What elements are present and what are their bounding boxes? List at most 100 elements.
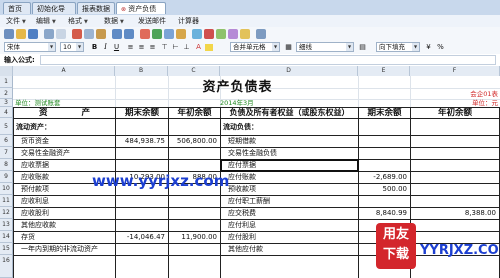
asset-end-balance[interactable]: [116, 148, 167, 159]
liability-begin-balance[interactable]: [411, 160, 498, 171]
menu-edit[interactable]: 编辑 ▼: [36, 15, 56, 27]
liability-item[interactable]: 流动负债：: [223, 119, 357, 135]
filter-icon[interactable]: [216, 29, 226, 39]
row-header[interactable]: 1: [0, 76, 13, 88]
asset-end-balance[interactable]: [116, 119, 167, 135]
sort-icon[interactable]: [176, 29, 186, 39]
liability-begin-balance[interactable]: [411, 196, 498, 207]
row-header[interactable]: 11: [0, 195, 13, 207]
menu-calculator[interactable]: 计算器: [178, 15, 199, 27]
menu-file[interactable]: 文件 ▼: [6, 15, 26, 27]
merge-cells-select[interactable]: 合并单元格 ▼: [230, 42, 280, 52]
print-preview-icon[interactable]: [56, 29, 66, 39]
liability-end-balance[interactable]: [359, 148, 409, 159]
asset-item[interactable]: 应收股利: [16, 208, 114, 219]
row-header[interactable]: 7: [0, 147, 13, 159]
row-header[interactable]: 15: [0, 243, 13, 255]
row-header[interactable]: 13: [0, 219, 13, 231]
row-header[interactable]: 10: [0, 183, 13, 195]
cut-icon[interactable]: [72, 29, 82, 39]
bold-button[interactable]: B: [90, 43, 99, 52]
formula-input[interactable]: [40, 55, 496, 65]
fill-down-select[interactable]: 向下填充 ▼: [376, 42, 420, 52]
percent-button[interactable]: %: [436, 43, 445, 52]
liability-end-balance[interactable]: 8,840.99: [359, 208, 409, 219]
menu-send-mail[interactable]: 发送邮件: [138, 15, 166, 27]
valign-middle-icon[interactable]: ⊢: [171, 43, 180, 52]
align-right-icon[interactable]: ≡: [148, 43, 157, 52]
asset-item[interactable]: 其他应收款: [16, 220, 114, 231]
chart-icon[interactable]: [192, 29, 202, 39]
asset-item[interactable]: 一年内到期的非流动资产: [16, 244, 114, 255]
fill-color-icon[interactable]: [205, 44, 213, 51]
asset-end-balance[interactable]: -14,046.47: [116, 232, 167, 243]
liability-end-balance[interactable]: [359, 136, 409, 147]
delete-row-icon[interactable]: [164, 29, 174, 39]
asset-end-balance[interactable]: [116, 196, 167, 207]
underline-button[interactable]: U: [112, 43, 121, 52]
liability-end-balance[interactable]: [359, 196, 409, 207]
align-left-icon[interactable]: ≡: [126, 43, 135, 52]
print-icon[interactable]: [44, 29, 54, 39]
row-header[interactable]: 9: [0, 171, 13, 183]
asset-end-balance[interactable]: [116, 244, 167, 255]
menu-format[interactable]: 格式 ▼: [68, 15, 88, 27]
asset-begin-balance[interactable]: [169, 148, 219, 159]
insert-column-icon[interactable]: [152, 29, 162, 39]
liability-item[interactable]: 应付股利: [223, 232, 357, 243]
liability-end-balance[interactable]: [359, 160, 409, 171]
border-style-select[interactable]: 细线 ▼: [296, 42, 354, 52]
column-header-e[interactable]: E: [358, 66, 410, 76]
borders-icon[interactable]: ▦: [284, 43, 293, 52]
lock-icon[interactable]: [228, 29, 238, 39]
function-icon[interactable]: [204, 29, 214, 39]
asset-item[interactable]: 交易性金融资产: [16, 148, 114, 159]
liability-end-balance[interactable]: [359, 119, 409, 135]
copy-icon[interactable]: [84, 29, 94, 39]
insert-row-icon[interactable]: [140, 29, 150, 39]
italic-button[interactable]: I: [101, 43, 110, 52]
column-header-b[interactable]: B: [115, 66, 168, 76]
column-header-d[interactable]: D: [220, 66, 358, 76]
currency-icon[interactable]: ¥: [424, 43, 433, 52]
calculate-icon[interactable]: [240, 29, 250, 39]
liability-item[interactable]: 其他应付款: [223, 244, 357, 255]
row-header[interactable]: 5: [0, 118, 13, 135]
asset-item[interactable]: 流动资产：: [16, 119, 114, 135]
undo-icon[interactable]: [112, 29, 122, 39]
liability-item[interactable]: 交易性金融负债: [223, 148, 357, 159]
liability-begin-balance[interactable]: [411, 119, 498, 135]
row-header[interactable]: 4: [0, 107, 13, 118]
asset-end-balance[interactable]: [116, 208, 167, 219]
align-center-icon[interactable]: ≡: [137, 43, 146, 52]
liability-begin-balance[interactable]: [411, 148, 498, 159]
asset-begin-balance[interactable]: [169, 208, 219, 219]
row-header[interactable]: 8: [0, 159, 13, 171]
liability-end-balance[interactable]: -2,689.00: [359, 172, 409, 183]
open-folder-icon[interactable]: [16, 29, 26, 39]
tab-report-data[interactable]: 报表数据: [77, 2, 115, 14]
valign-bottom-icon[interactable]: ⊥: [182, 43, 191, 52]
tab-home[interactable]: 首页: [3, 2, 31, 14]
menu-data[interactable]: 数据 ▼: [104, 15, 124, 27]
column-header-c[interactable]: C: [168, 66, 220, 76]
row-header[interactable]: 16: [0, 255, 13, 278]
asset-begin-balance[interactable]: 506,800.00: [169, 136, 219, 147]
asset-end-balance[interactable]: 484,938.75: [116, 136, 167, 147]
liability-item[interactable]: 应付利息: [223, 220, 357, 231]
paste-icon[interactable]: [96, 29, 106, 39]
redo-icon[interactable]: [124, 29, 134, 39]
liability-begin-balance[interactable]: 8,388.00: [411, 208, 498, 219]
tab-init-guide[interactable]: 初始化导航: [32, 2, 76, 25]
grid-icon[interactable]: ▤: [358, 43, 367, 52]
liability-item[interactable]: 短期借款: [223, 136, 357, 147]
liability-begin-balance[interactable]: [411, 184, 498, 195]
asset-item[interactable]: 应收利息: [16, 196, 114, 207]
liability-end-balance[interactable]: 500.00: [359, 184, 409, 195]
asset-item[interactable]: 存货: [16, 232, 114, 243]
select-all-corner[interactable]: [0, 66, 13, 76]
row-header[interactable]: 12: [0, 207, 13, 219]
tab-balance-sheet[interactable]: ⊗ 资产负债表: [116, 2, 166, 26]
asset-end-balance[interactable]: [116, 220, 167, 231]
asset-begin-balance[interactable]: [169, 196, 219, 207]
